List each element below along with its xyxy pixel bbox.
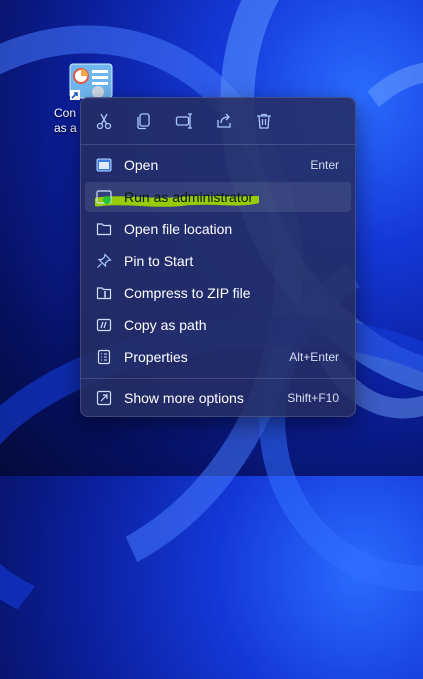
menu-item-label: Run as administrator	[124, 189, 254, 205]
context-menu-toolbar	[81, 98, 355, 144]
properties-icon	[97, 349, 111, 365]
control-panel-icon	[69, 63, 113, 100]
menu-item-label: Show more options	[124, 390, 244, 406]
folder-icon	[96, 223, 112, 236]
menu-item-label: Pin to Start	[124, 253, 194, 269]
open-window-icon	[96, 158, 112, 172]
menu-item-properties[interactable]: Properties Alt+Enter	[85, 342, 351, 372]
admin-shield-icon	[96, 190, 112, 204]
more-options-icon	[96, 390, 112, 406]
scissors-icon	[96, 113, 112, 130]
zip-folder-icon	[96, 287, 112, 300]
context-menu: Open Enter Run as administrator Open fil…	[80, 97, 356, 417]
rename-icon	[175, 113, 192, 129]
menu-item-shortcut: Shift+F10	[287, 391, 339, 405]
menu-item-label: Compress to ZIP file	[124, 285, 251, 301]
rename-button[interactable]	[172, 110, 196, 132]
menu-item-open-file-location[interactable]: Open file location	[85, 214, 351, 244]
menu-item-label: Copy as path	[124, 317, 207, 333]
menu-separator	[81, 378, 355, 379]
delete-button[interactable]	[252, 110, 276, 132]
trash-icon	[257, 113, 271, 129]
copy-icon	[137, 113, 150, 130]
pin-icon	[97, 253, 112, 268]
share-button[interactable]	[212, 110, 236, 132]
menu-item-pin-to-start[interactable]: Pin to Start	[85, 246, 351, 276]
menu-separator	[81, 144, 355, 145]
menu-item-open[interactable]: Open Enter	[85, 150, 351, 180]
menu-item-shortcut: Alt+Enter	[289, 350, 339, 364]
menu-item-show-more-options[interactable]: Show more options Shift+F10	[85, 383, 351, 413]
menu-item-label: Open	[124, 157, 159, 173]
cut-button[interactable]	[92, 110, 116, 132]
copy-button[interactable]	[132, 110, 156, 132]
copy-path-icon	[96, 318, 112, 332]
menu-item-label: Open file location	[124, 221, 233, 237]
share-icon	[217, 113, 231, 128]
menu-item-label: Properties	[124, 349, 188, 365]
menu-item-run-as-administrator[interactable]: Run as administrator	[85, 182, 351, 212]
menu-item-copy-as-path[interactable]: Copy as path	[85, 310, 351, 340]
menu-item-shortcut: Enter	[310, 158, 339, 172]
menu-item-compress-to-zip[interactable]: Compress to ZIP file	[85, 278, 351, 308]
